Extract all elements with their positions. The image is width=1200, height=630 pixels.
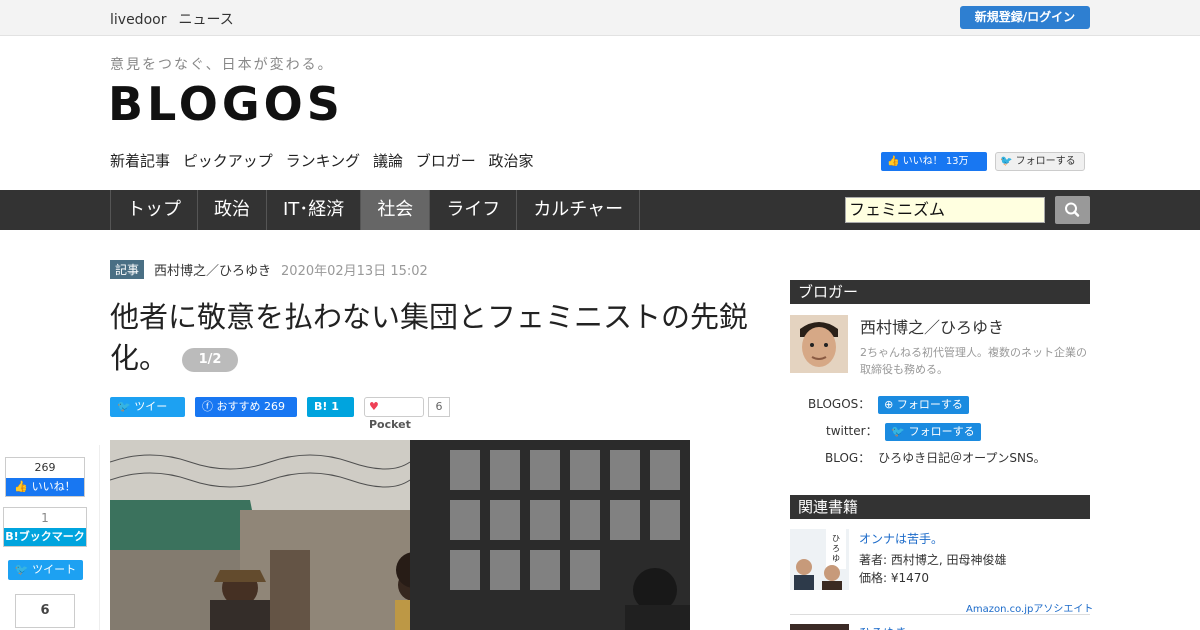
- side-fb-count: 269: [34, 461, 56, 474]
- sub-navigation: 新着記事 ピックアップ ランキング 議論 ブロガー 政治家: [110, 150, 542, 171]
- article-author[interactable]: 西村博之／ひろゆき: [154, 260, 271, 279]
- blogos-label: BLOGOS：: [808, 397, 871, 411]
- page-indicator: 1/2: [182, 348, 239, 372]
- twitter-bird-icon: 🐦: [14, 563, 29, 576]
- side-tweet-button[interactable]: 🐦 ツイート: [8, 560, 83, 580]
- blog-row: BLOG： ひろゆき日記＠オープンSNS。: [825, 449, 1046, 466]
- book-author: 著者: 西村博之, 田母神俊雄: [859, 553, 1007, 567]
- fb-like-label: いいね！ 13万: [902, 156, 969, 167]
- subnav-debate[interactable]: 議論: [373, 152, 403, 170]
- street-scene-image: [110, 440, 690, 630]
- blogos-logo[interactable]: BLOGOS: [108, 76, 344, 132]
- brand-news: ニュース: [178, 12, 234, 28]
- book-cover[interactable]: ひ ろ ゆ: [790, 529, 849, 590]
- twitter-bird-icon: 🐦: [1000, 156, 1013, 167]
- book-cover-2[interactable]: [790, 624, 849, 630]
- side-hatena-bookmark[interactable]: 1 B!ブックマーク: [3, 507, 87, 547]
- book-price: 価格: ¥1470: [859, 571, 930, 585]
- blogos-follow-button[interactable]: ⊕ フォローする: [878, 395, 969, 414]
- facebook-recommend-button[interactable]: ⓕ おすすめ 269: [195, 397, 297, 417]
- side-tweet-label: ツイート: [32, 563, 77, 576]
- article-photo: [110, 440, 690, 630]
- side-pocket-count[interactable]: 6: [15, 594, 75, 628]
- twitter-bird-icon: 🐦: [117, 400, 131, 413]
- book-title[interactable]: オンナは苦手。: [859, 530, 943, 547]
- twitter-label: twitter：: [826, 424, 878, 438]
- subnav-politicians[interactable]: 政治家: [489, 152, 534, 170]
- subnav-new-articles[interactable]: 新着記事: [110, 152, 170, 170]
- pocket-widget: ♥ Pocket 6: [364, 397, 450, 431]
- tweet-button[interactable]: 🐦 ツイート: [110, 397, 185, 433]
- nav-society[interactable]: 社会: [361, 190, 431, 230]
- tw-follow-label: フォローする: [1015, 156, 1076, 167]
- article-title: 他者に敬意を払わない集団とフェミニストの先鋭化。 1/2: [110, 297, 750, 379]
- avatar-image: [790, 315, 848, 373]
- side-hb-label: B!ブックマーク: [4, 528, 86, 546]
- blogos-follow-label: フォローする: [896, 397, 963, 411]
- facebook-like-button[interactable]: 👍 いいね！ 13万: [881, 152, 987, 171]
- main-navigation: トップ 政治 IT･経済 社会 ライフ カルチャー フェミニズム: [0, 190, 1200, 230]
- blog-label: BLOG：: [825, 451, 871, 465]
- nav-top[interactable]: トップ: [111, 190, 198, 230]
- subnav-pickup[interactable]: ピックアップ: [183, 152, 273, 170]
- top-bar: livedoor ニュース 新規登録/ログイン: [0, 0, 1200, 36]
- tagline: 意見をつなぐ、日本が変わる。: [110, 57, 334, 73]
- nav-it-economy[interactable]: IT･経済: [267, 190, 362, 230]
- login-button[interactable]: 新規登録/ログイン: [960, 6, 1090, 29]
- thumbs-up-icon: 👍: [14, 480, 29, 493]
- side-fb-label: いいね！: [31, 480, 76, 493]
- twitter-follow-label: フォローする: [908, 424, 975, 438]
- hatena-bookmark-button[interactable]: B! 1: [307, 397, 354, 417]
- nav-politics[interactable]: 政治: [198, 190, 267, 230]
- blogger-avatar[interactable]: [790, 315, 848, 373]
- svg-text:ひ: ひ: [832, 534, 840, 543]
- blogos-follow-row: BLOGOS： ⊕ フォローする: [808, 395, 969, 414]
- side-facebook-like[interactable]: 269 👍 いいね！: [5, 457, 85, 497]
- search-input[interactable]: フェミニズム: [845, 197, 1045, 223]
- search-button[interactable]: [1055, 196, 1090, 224]
- livedoor-news-link[interactable]: livedoor ニュース: [110, 9, 246, 29]
- blogger-name[interactable]: 西村博之／ひろゆき: [860, 314, 1004, 338]
- pocket-count: 6: [428, 397, 450, 417]
- amazon-associate-link[interactable]: Amazon.co.jpアソシエイト: [966, 600, 1093, 615]
- nav-culture[interactable]: カルチャー: [517, 190, 641, 230]
- article-meta: 記事 西村博之／ひろゆき 2020年02月13日 15:02: [110, 260, 428, 279]
- plus-icon: ⊕: [884, 397, 894, 411]
- pocket-icon: ♥: [369, 400, 379, 413]
- search-icon: [1065, 202, 1080, 217]
- article-tag: 記事: [110, 260, 145, 279]
- floating-share-panel: 269 👍 いいね！ 1 B!ブックマーク 🐦 ツイート 6: [0, 445, 100, 630]
- blogger-description: 2ちゃんねる初代管理人。複数のネット企業の取締役も務める。: [860, 346, 1087, 376]
- twitter-bird-icon: 🐦: [891, 424, 906, 438]
- facebook-icon: ⓕ: [202, 400, 213, 413]
- book-title-2[interactable]: ひろゆき: [859, 624, 919, 630]
- nav-life[interactable]: ライフ: [430, 190, 518, 230]
- svg-text:ゆ: ゆ: [832, 554, 840, 563]
- blog-link[interactable]: ひろゆき日記＠オープンSNS。: [878, 451, 1046, 465]
- related-books-heading: 関連書籍: [790, 495, 1090, 519]
- thumbs-up-icon: 👍: [887, 156, 900, 167]
- subnav-bloggers[interactable]: ブロガー: [416, 152, 476, 170]
- svg-text:ろ: ろ: [832, 544, 840, 553]
- twitter-follow-link[interactable]: 🐦 フォローする: [885, 422, 981, 441]
- subnav-ranking[interactable]: ランキング: [286, 152, 361, 170]
- blogger-heading: ブロガー: [790, 280, 1090, 304]
- fb-recommend-label: おすすめ 269: [216, 400, 286, 413]
- pocket-label: Pocket: [369, 418, 411, 431]
- divider: [790, 614, 1090, 615]
- share-bar: 🐦 ツイート ⓕ おすすめ 269 B! 1 ♥ Pocket 6: [110, 397, 450, 433]
- pocket-button[interactable]: ♥ Pocket: [364, 397, 424, 431]
- brand-livedoor: livedoor: [110, 12, 167, 28]
- twitter-follow-row: twitter： 🐦 フォローする: [826, 422, 981, 441]
- book-cover-image: ひ ろ ゆ: [790, 529, 849, 590]
- side-hb-count: 1: [41, 511, 49, 525]
- article-date: 2020年02月13日 15:02: [281, 264, 428, 279]
- twitter-follow-button[interactable]: 🐦 フォローする: [995, 152, 1085, 171]
